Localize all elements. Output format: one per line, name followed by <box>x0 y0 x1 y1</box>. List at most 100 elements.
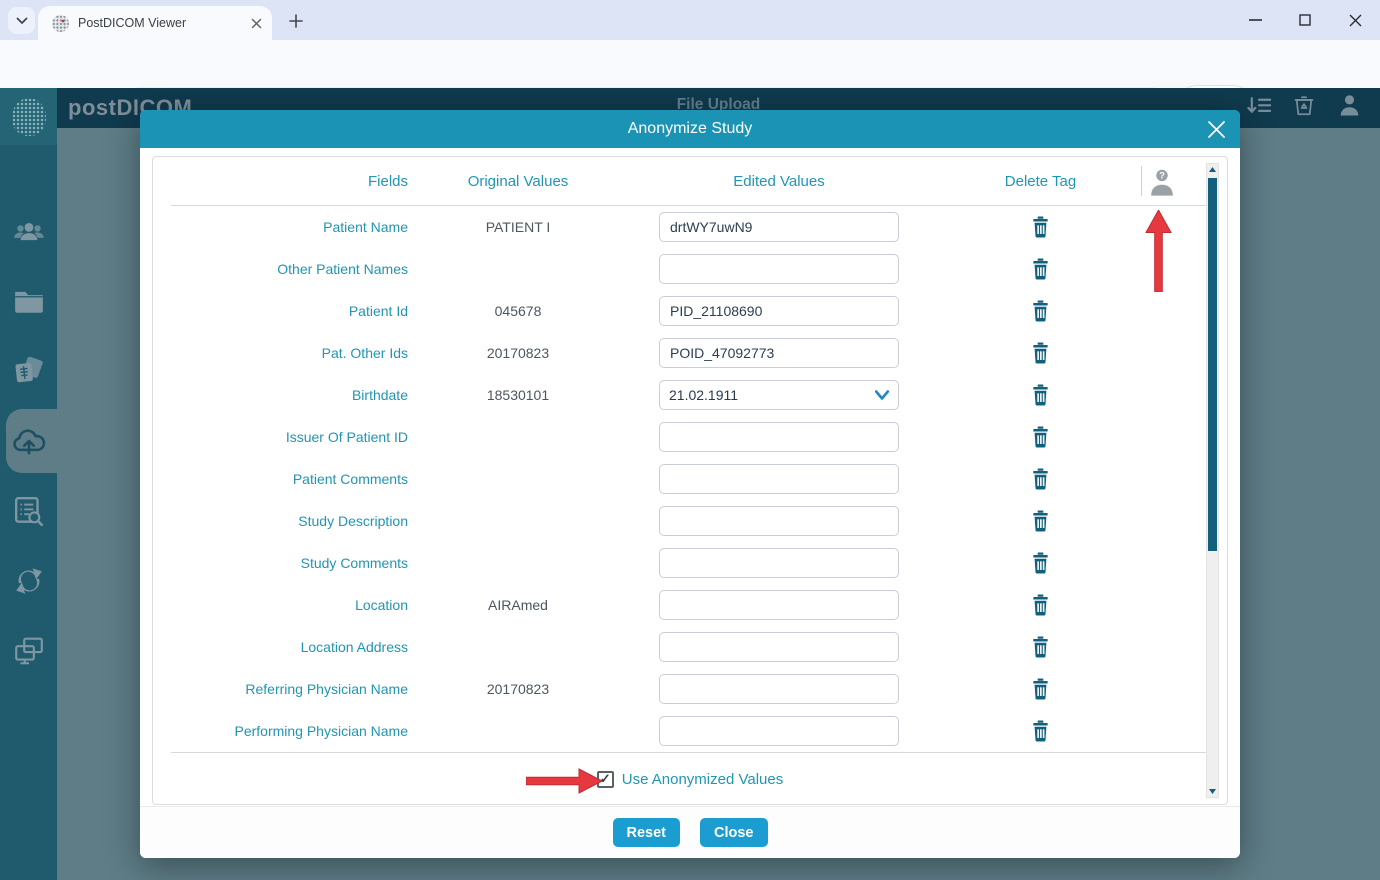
edited-value-input[interactable] <box>659 254 899 284</box>
edited-value-input[interactable] <box>659 212 899 242</box>
browser-tab[interactable]: PostDICOM Viewer <box>38 6 272 40</box>
delete-tag-button[interactable] <box>1030 257 1052 281</box>
sidebar-item-sync[interactable] <box>0 546 57 616</box>
modal-header: Anonymize Study <box>140 110 1240 148</box>
window-maximize-button[interactable] <box>1292 7 1318 33</box>
checkmark-icon: ✓ <box>600 771 611 787</box>
share-monitors-icon <box>13 636 45 666</box>
trash-icon <box>1031 384 1050 406</box>
edited-cell <box>618 674 940 704</box>
reset-button[interactable]: Reset <box>613 818 681 847</box>
recycle-bin-icon[interactable] <box>1291 92 1317 118</box>
sort-list-icon[interactable] <box>1246 92 1272 118</box>
field-label: Patient Id <box>153 303 418 319</box>
trash-icon <box>1031 426 1050 448</box>
edited-cell <box>618 464 940 494</box>
original-value: 20170823 <box>418 345 618 361</box>
modal-close-button[interactable] <box>1204 117 1228 141</box>
edited-cell <box>618 296 940 326</box>
original-value: PATIENT I <box>418 219 618 235</box>
tab-close-icon[interactable] <box>251 18 262 29</box>
field-label: Birthdate <box>153 387 418 403</box>
edited-value-input[interactable] <box>659 296 899 326</box>
account-person-icon[interactable] <box>1336 92 1362 118</box>
table-header-row: Fields Original Values Edited Values Del… <box>153 157 1227 205</box>
edited-cell <box>618 422 940 452</box>
sidebar-item-folders[interactable] <box>0 266 57 336</box>
edited-value-input[interactable] <box>659 338 899 368</box>
edited-value-input[interactable] <box>659 506 899 536</box>
delete-tag-button[interactable] <box>1030 341 1052 365</box>
field-label: Referring Physician Name <box>153 681 418 697</box>
trash-icon <box>1031 510 1050 532</box>
field-label: Pat. Other Ids <box>153 345 418 361</box>
delete-tag-button[interactable] <box>1030 719 1052 743</box>
sidebar-item-share-monitors[interactable] <box>0 616 57 686</box>
trash-icon <box>1031 636 1050 658</box>
table-row: Referring Physician Name 20170823 <box>153 668 1227 710</box>
column-header-original: Original Values <box>418 173 618 190</box>
sidebar <box>0 88 57 880</box>
checkbox-row: ✓ Use Anonymized Values <box>153 753 1227 805</box>
close-button[interactable]: Close <box>700 818 768 847</box>
delete-tag-button[interactable] <box>1030 425 1052 449</box>
brain-logo-icon <box>12 98 46 136</box>
trash-icon <box>1031 300 1050 322</box>
field-label: Patient Name <box>153 219 418 235</box>
delete-tag-button[interactable] <box>1030 509 1052 533</box>
delete-tag-button[interactable] <box>1030 551 1052 575</box>
modal-title: Anonymize Study <box>628 120 753 138</box>
anonymize-study-modal: Anonymize Study Fields Original Values E… <box>140 110 1240 858</box>
new-tab-button[interactable] <box>284 9 308 33</box>
table-row: Study Description <box>153 500 1227 542</box>
edited-cell <box>618 254 940 284</box>
sidebar-item-upload[interactable] <box>0 406 57 476</box>
delete-tag-button[interactable] <box>1030 215 1052 239</box>
tab-title: PostDICOM Viewer <box>78 16 251 30</box>
sync-arrows-icon <box>13 566 45 596</box>
scrollbar-thumb[interactable] <box>1208 178 1217 551</box>
delete-tag-button[interactable] <box>1030 383 1052 407</box>
edited-value-input[interactable] <box>659 464 899 494</box>
edited-value-input[interactable] <box>659 548 899 578</box>
edited-value-input[interactable] <box>659 716 899 746</box>
plus-icon <box>289 14 303 28</box>
edited-value-select[interactable]: 21.02.1911 <box>659 380 899 410</box>
edited-value-input[interactable] <box>659 632 899 662</box>
table-row: Other Patient Names <box>153 248 1227 290</box>
browser-toolbar: germany.postdicom.com/Viewer/Main <box>0 40 1380 88</box>
table-scrollbar[interactable] <box>1206 163 1219 798</box>
sidebar-item-patients[interactable] <box>0 196 57 266</box>
column-header-delete: Delete Tag <box>940 173 1141 190</box>
edited-value-input[interactable] <box>659 590 899 620</box>
window-minimize-button[interactable] <box>1242 7 1268 33</box>
table-row: Patient Name PATIENT I <box>153 206 1227 248</box>
delete-tag-button[interactable] <box>1030 467 1052 491</box>
original-value: AIRAmed <box>418 597 618 613</box>
edited-cell <box>618 632 940 662</box>
scrollbar-down-arrow[interactable] <box>1207 786 1218 797</box>
window-close-button[interactable] <box>1342 7 1368 33</box>
delete-tag-button[interactable] <box>1030 593 1052 617</box>
use-anonymized-checkbox[interactable]: ✓ <box>597 771 614 788</box>
delete-tag-button[interactable] <box>1030 677 1052 701</box>
tab-search-button[interactable] <box>8 7 35 34</box>
sidebar-item-worklist-search[interactable] <box>0 476 57 546</box>
xray-studies-icon <box>13 357 45 385</box>
table-row: Birthdate 18530101 21.02.1911 <box>153 374 1227 416</box>
table-row: Issuer Of Patient ID <box>153 416 1227 458</box>
delete-tag-button[interactable] <box>1030 635 1052 659</box>
trash-icon <box>1031 594 1050 616</box>
chevron-down-icon <box>16 17 28 25</box>
scrollbar-up-arrow[interactable] <box>1207 164 1218 175</box>
anonymous-person-icon[interactable]: ? <box>1149 167 1175 196</box>
screen: PostDICOM Viewer germany.postdicom.com/V… <box>0 0 1380 880</box>
edited-value-input[interactable] <box>659 422 899 452</box>
table-row: Study Comments <box>153 542 1227 584</box>
edited-value-input[interactable] <box>659 674 899 704</box>
field-label: Study Comments <box>153 555 418 571</box>
anonymize-table-body: Patient Name PATIENT I Other Patient Nam… <box>153 206 1227 752</box>
trash-icon <box>1031 720 1050 742</box>
delete-tag-button[interactable] <box>1030 299 1052 323</box>
sidebar-item-studies[interactable] <box>0 336 57 406</box>
